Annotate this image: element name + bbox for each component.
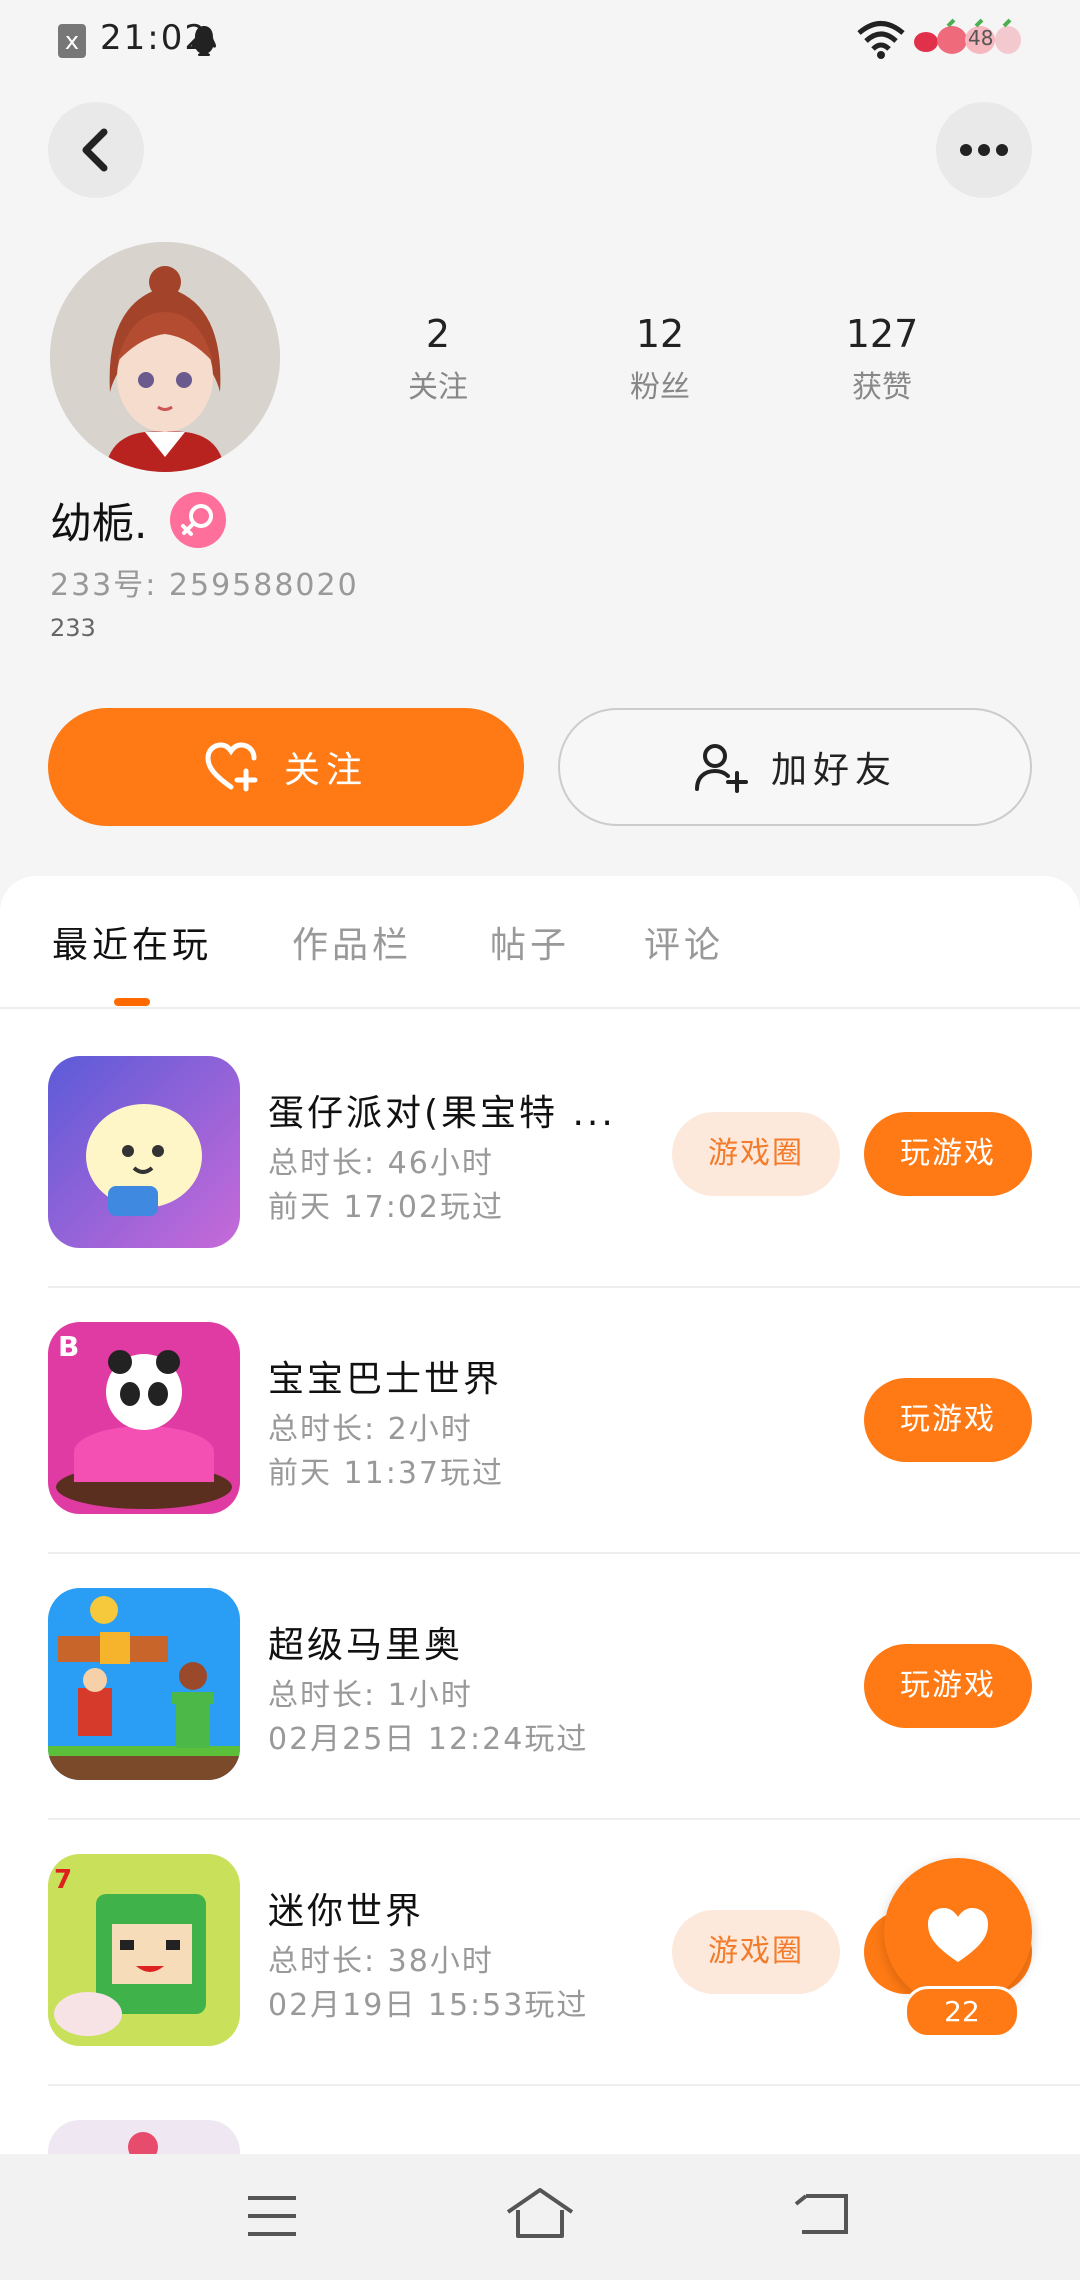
stat-following-label: 关注: [408, 370, 468, 405]
game-icon-mario[interactable]: [48, 1588, 240, 1780]
game-duration: 总时长: 38小时: [268, 1944, 494, 1979]
menu-icon[interactable]: [244, 2192, 300, 2240]
row-divider: [48, 1818, 1080, 1820]
stat-likes[interactable]: 127 获赞: [782, 312, 982, 406]
add-user-icon: [694, 744, 748, 793]
stat-following[interactable]: 2 关注: [338, 312, 538, 406]
battery-level: 48: [968, 26, 994, 50]
back-icon: [82, 128, 108, 172]
play-game-button[interactable]: 玩游戏: [864, 1644, 1032, 1728]
profile-uid: 233号: 259588020: [50, 568, 359, 603]
heart-plus-icon: [205, 742, 258, 792]
home-icon[interactable]: [504, 2186, 576, 2242]
profile-bio: 233: [50, 614, 96, 642]
stat-likes-count: 127: [845, 312, 919, 356]
stat-following-count: 2: [425, 312, 451, 356]
stat-fans-count: 12: [635, 312, 685, 356]
play-game-button[interactable]: 玩游戏: [864, 1378, 1032, 1462]
stat-fans[interactable]: 12 粉丝: [560, 312, 760, 406]
sim-off-icon: x: [58, 24, 86, 58]
like-float-button[interactable]: [884, 1858, 1032, 2006]
qq-icon: [192, 26, 216, 56]
game-last-played: 前天 11:37玩过: [268, 1456, 504, 1491]
profile-name: 幼栀.: [50, 499, 148, 548]
game-last-played: 02月25日 12:24玩过: [268, 1722, 589, 1757]
stat-likes-label: 获赞: [852, 370, 912, 405]
tab-comments[interactable]: 评论: [644, 916, 724, 968]
follow-label: 关注: [283, 750, 368, 791]
game-last-played: 02月19日 15:53玩过: [268, 1988, 589, 2023]
wifi-icon: [857, 21, 905, 59]
avatar-image: [50, 242, 280, 472]
tab-works[interactable]: 作品栏: [292, 916, 412, 968]
stat-fans-label: 粉丝: [630, 370, 690, 405]
add-friend-label: 加好友: [770, 750, 897, 791]
follow-button[interactable]: 关注: [48, 708, 524, 826]
tab-posts[interactable]: 帖子: [490, 916, 570, 968]
svg-text:B: B: [58, 1330, 79, 1363]
avatar[interactable]: [50, 242, 280, 472]
status-bar: x 21:02 48: [0, 0, 1080, 80]
system-nav-bar: [0, 2154, 1080, 2280]
game-icon-eggy[interactable]: [48, 1056, 240, 1248]
game-duration: 总时长: 2小时: [268, 1412, 473, 1447]
tab-divider: [0, 1007, 1080, 1009]
game-duration: 总时长: 1小时: [268, 1678, 473, 1713]
tab-indicator: [114, 998, 150, 1006]
game-title[interactable]: 迷你世界: [268, 1882, 424, 1934]
game-icon-babybus[interactable]: B: [48, 1322, 240, 1514]
heart-icon: [928, 1908, 988, 1962]
tab-recent[interactable]: 最近在玩: [52, 916, 212, 968]
more-icon: [960, 144, 1008, 156]
game-title[interactable]: 超级马里奥: [268, 1616, 463, 1668]
game-circle-button[interactable]: 游戏圈: [672, 1910, 840, 1994]
back-nav-icon[interactable]: [792, 2190, 852, 2240]
svg-text:7: 7: [54, 1865, 72, 1895]
game-title[interactable]: 宝宝巴士世界: [268, 1350, 502, 1402]
battery-icon: [914, 18, 1021, 54]
game-icon-partial[interactable]: [48, 2120, 240, 2154]
row-divider: [48, 2084, 1080, 2086]
more-button[interactable]: [936, 102, 1032, 198]
row-divider: [48, 1286, 1080, 1288]
game-last-played: 前天 17:02玩过: [268, 1190, 504, 1225]
game-circle-button[interactable]: 游戏圈: [672, 1112, 840, 1196]
game-title[interactable]: 蛋仔派对(果宝特 ...: [268, 1084, 616, 1136]
game-icon-miniworld[interactable]: 7: [48, 1854, 240, 2046]
like-count: 22: [904, 1986, 1020, 2038]
game-duration: 总时长: 46小时: [268, 1146, 494, 1181]
female-icon: [170, 492, 226, 548]
back-button[interactable]: [48, 102, 144, 198]
play-game-button[interactable]: 玩游戏: [864, 1112, 1032, 1196]
row-divider: [48, 1552, 1080, 1554]
add-friend-button[interactable]: 加好友: [558, 708, 1032, 826]
